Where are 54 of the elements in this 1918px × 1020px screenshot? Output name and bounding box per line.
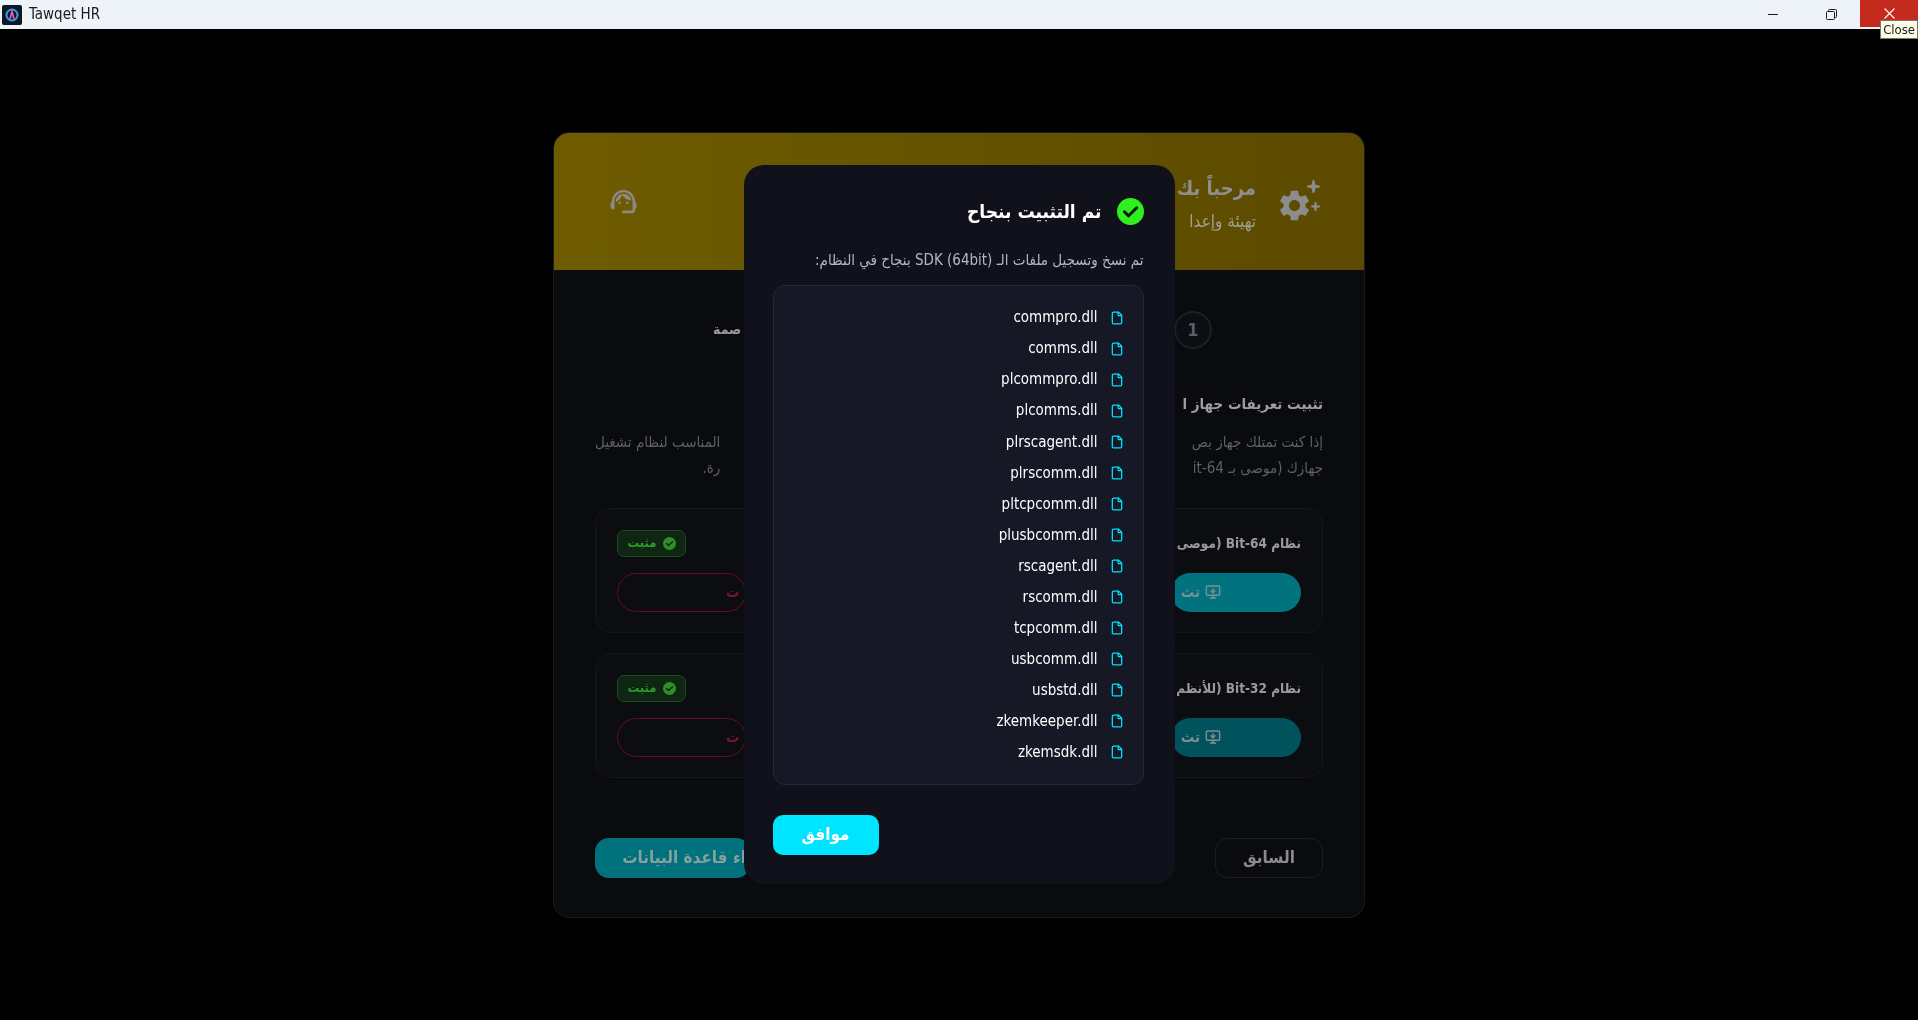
file-icon <box>1109 744 1124 761</box>
file-name: commpro.dll <box>1013 307 1098 329</box>
file-name: plrscagent.dll <box>1005 431 1098 453</box>
section-title: تثبيت تعريفات جهاز ا <box>1182 393 1323 415</box>
file-name: plusbcomm.dll <box>998 524 1098 546</box>
file-name: zkemkeeper.dll <box>996 711 1098 733</box>
monitor-download-icon <box>1205 729 1221 745</box>
success-check-icon <box>1116 198 1144 225</box>
description-text: إذا كنت تمتلك جهاز بص جهازك (موصى بـ 64-it <box>1191 431 1323 479</box>
file-icon <box>1109 464 1124 481</box>
header-subtitle: تهيئة وإعدا <box>1189 210 1256 233</box>
check-circle-icon <box>662 681 676 695</box>
back-button[interactable]: السابق <box>1215 837 1323 878</box>
description-text: المناسب لنظام تشغيل رة. <box>595 431 721 479</box>
file-icon <box>1109 589 1124 606</box>
file-icon <box>1109 682 1124 699</box>
file-icon <box>1109 713 1124 730</box>
restore-icon <box>1825 9 1837 20</box>
dialog-title: تم التثبيت بنجاح <box>967 199 1102 225</box>
file-name: usbcomm.dll <box>1011 648 1098 670</box>
ok-button[interactable]: موافق <box>772 815 879 855</box>
dialog-message: تم نسخ وتسجيل ملفات الـ SDK (64bit) بنجاح في النظام: <box>815 250 1144 271</box>
file-icon <box>1109 495 1124 512</box>
file-name: usbstd.dll <box>1032 680 1098 702</box>
file-name: tcpcomm.dll <box>1013 617 1098 639</box>
step-number: 1 <box>1174 310 1212 349</box>
window-title: Tawqet HR <box>29 4 101 26</box>
minimize-icon <box>1768 14 1778 15</box>
header-title: مرحباً بك <box>1176 173 1256 202</box>
file-name: rscomm.dll <box>1022 586 1098 608</box>
file-icon <box>1109 526 1124 543</box>
file-name: plcomms.dll <box>1015 400 1098 422</box>
file-name: comms.dll <box>1028 338 1098 360</box>
close-tooltip: Close <box>1880 20 1918 39</box>
check-circle-icon <box>662 536 676 550</box>
file-icon <box>1109 558 1124 575</box>
badge-label: مثبت <box>627 534 657 553</box>
step-label: صمة <box>713 320 742 339</box>
file-name: plcommpro.dll <box>1001 369 1098 391</box>
close-icon <box>1883 8 1895 19</box>
file-icon <box>1109 309 1124 326</box>
file-icon <box>1109 371 1124 388</box>
badge-label: مثبت <box>627 679 657 698</box>
file-icon <box>1109 402 1124 419</box>
file-icon <box>1109 651 1124 668</box>
app-logo-icon <box>2 4 22 25</box>
monitor-download-icon <box>1205 584 1221 600</box>
file-icon <box>1109 433 1124 450</box>
file-name: plrscomm.dll <box>1010 462 1098 484</box>
file-name: pltcpcomm.dll <box>1001 493 1098 515</box>
file-icon <box>1109 340 1124 357</box>
file-icon <box>1109 620 1124 637</box>
file-name: rscagent.dll <box>1018 555 1098 577</box>
file-name: zkemsdk.dll <box>1017 742 1098 764</box>
